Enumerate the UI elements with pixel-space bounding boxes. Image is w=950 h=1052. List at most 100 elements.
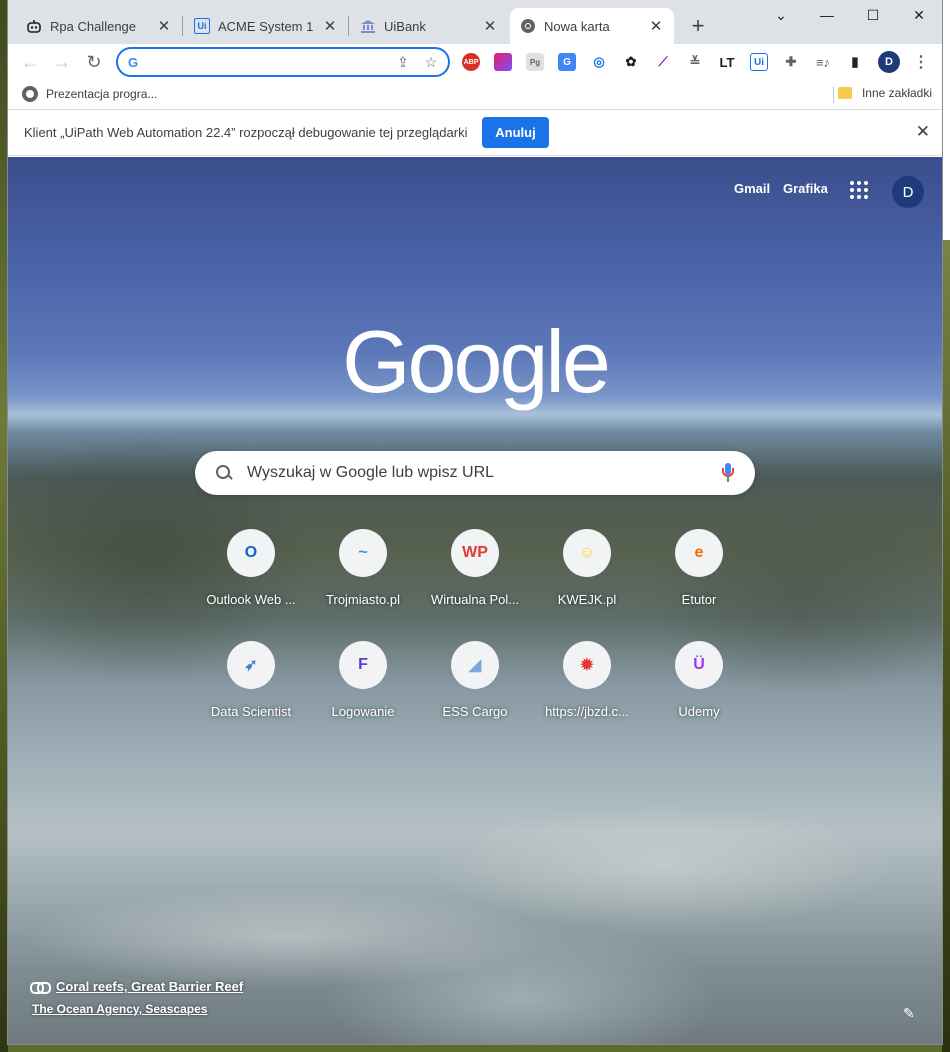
shortcut-label: Data Scientist <box>210 704 292 719</box>
pg-ext-icon[interactable]: Pg <box>526 53 544 71</box>
images-link[interactable]: Grafika <box>783 181 828 196</box>
media-icon[interactable]: ≡♪ <box>814 53 832 71</box>
bookmark-item[interactable]: Prezentacja progra... <box>22 86 157 102</box>
chevrons-ext-icon[interactable]: ≚ <box>686 53 704 71</box>
translate-ext-icon[interactable]: G <box>558 53 576 71</box>
toolbar: ← → ↻ G ⇪ ☆ ABP Pg G ◎ ✿ ⟋ ≚ LT Ui ✚ ≡♪ ▮ D ⋮ <box>8 44 942 80</box>
tab-divider <box>348 16 349 36</box>
address-input[interactable] <box>148 54 392 70</box>
shortcut-label: Etutor <box>681 592 717 607</box>
cancel-debug-button[interactable]: Anuluj <box>482 117 549 148</box>
robot-icon <box>26 18 42 34</box>
wp-icon: WP <box>451 529 499 577</box>
shortcut-label: KWEJK.pl <box>557 592 617 607</box>
shortcut-label: ESS Cargo <box>442 704 508 719</box>
folder-icon <box>837 87 852 99</box>
shortcut-tile[interactable]: ☺ KWEJK.pl <box>531 529 643 641</box>
shortcut-label: Outlook Web ... <box>206 592 296 607</box>
kwejk-icon: ☺ <box>563 529 611 577</box>
shortcut-label: Trojmiasto.pl <box>326 592 400 607</box>
infobar-message: Klient „UiPath Web Automation 22.4” rozp… <box>24 125 468 140</box>
gradient-ext-icon[interactable] <box>494 53 512 71</box>
tab-title: Nowa karta <box>544 18 610 34</box>
close-icon[interactable]: ✕ <box>648 18 664 35</box>
customize-pencil-icon[interactable]: ✎ <box>903 1005 917 1021</box>
tab-search-button[interactable]: ⌄ <box>758 0 804 30</box>
shortcut-tile[interactable]: ➶ Data Scientist <box>195 641 307 753</box>
sidepanel-icon[interactable]: ▮ <box>846 53 864 71</box>
shortcut-label: Udemy <box>678 704 720 719</box>
desktop-background-right <box>942 0 950 1052</box>
address-bar[interactable]: G ⇪ ☆ <box>116 47 450 77</box>
attribution-title-link[interactable]: Coral reefs, Great Barrier Reef <box>30 979 243 994</box>
shortcut-label: Wirtualna Pol... <box>430 592 520 607</box>
tab-rpa-challenge[interactable]: Rpa Challenge ✕ <box>16 8 182 44</box>
circle-ext-icon[interactable]: ◎ <box>590 53 608 71</box>
shortcut-tile[interactable]: WP Wirtualna Pol... <box>419 529 531 641</box>
google-logo: Google <box>342 312 611 411</box>
paw-ext-icon[interactable]: ✿ <box>622 53 640 71</box>
back-button[interactable]: ← <box>17 49 43 75</box>
other-bookmarks[interactable]: Inne zakładki <box>837 86 932 100</box>
microphone-icon[interactable] <box>721 463 735 483</box>
bookmarks-bar: Prezentacja progra... Inne zakładki <box>8 80 942 110</box>
bank-icon <box>360 18 376 34</box>
attribution-title: Coral reefs, Great Barrier Reef <box>56 979 244 994</box>
fish-icon: ➶ <box>227 641 275 689</box>
background-attribution: Coral reefs, Great Barrier Reef The Ocea… <box>30 979 243 1016</box>
new-tab-page: Gmail Grafika D Google Wyszukaj w Google… <box>8 157 942 1044</box>
tab-divider <box>182 16 183 36</box>
debug-infobar: Klient „UiPath Web Automation 22.4” rozp… <box>8 110 942 156</box>
ess-cargo-icon: ◢ <box>451 641 499 689</box>
tab-new-tab[interactable]: Nowa karta ✕ <box>510 8 674 44</box>
shortcut-tile[interactable]: ✹ https://jbzd.c... <box>531 641 643 753</box>
tab-title: ACME System 1 - D <box>218 18 316 34</box>
shortcut-tile[interactable]: O Outlook Web ... <box>195 529 307 641</box>
menu-icon[interactable]: ⋮ <box>912 53 930 71</box>
shortcut-label: https://jbzd.c... <box>545 704 629 719</box>
window-close-button[interactable]: ✕ <box>896 0 942 30</box>
share-icon[interactable]: ⇪ <box>392 51 414 73</box>
uipath-icon: Ui <box>194 18 210 34</box>
udemy-icon: Ü <box>675 641 723 689</box>
forward-button[interactable]: → <box>49 49 75 75</box>
lt-ext-icon[interactable]: LT <box>718 53 736 71</box>
f-icon: F <box>339 641 387 689</box>
tab-title: UiBank <box>384 18 426 34</box>
shortcut-label: Logowanie <box>331 704 395 719</box>
account-avatar[interactable]: D <box>892 176 924 208</box>
maximize-button[interactable]: ☐ <box>850 0 896 30</box>
shortcut-tile[interactable]: e Etutor <box>643 529 755 641</box>
adblock-icon[interactable]: ABP <box>462 53 480 71</box>
profile-avatar[interactable]: D <box>878 51 900 73</box>
gmail-link[interactable]: Gmail <box>734 181 770 196</box>
shortcut-tile[interactable]: Ü Udemy <box>643 641 755 753</box>
tab-title: Rpa Challenge <box>50 18 137 34</box>
reload-button[interactable]: ↻ <box>81 49 107 75</box>
close-icon[interactable]: ✕ <box>916 122 930 142</box>
feather-ext-icon[interactable]: ⟋ <box>654 53 672 71</box>
new-tab-button[interactable]: + <box>684 12 712 40</box>
close-icon[interactable]: ✕ <box>156 18 172 35</box>
browser-window: Rpa Challenge ✕ Ui ACME System 1 - D ✕ U… <box>8 0 942 1044</box>
minimize-button[interactable]: — <box>804 0 850 30</box>
shortcut-tile[interactable]: ◢ ESS Cargo <box>419 641 531 753</box>
uipath-ext-icon[interactable]: Ui <box>750 53 768 71</box>
apps-grid-icon[interactable] <box>850 181 868 199</box>
shortcut-tile[interactable]: ~ Trojmiasto.pl <box>307 529 419 641</box>
desktop-background-left <box>0 0 8 1052</box>
globe-icon <box>22 86 38 102</box>
close-icon[interactable]: ✕ <box>322 18 338 35</box>
puzzle-icon[interactable]: ✚ <box>782 53 800 71</box>
shortcut-tile[interactable]: F Logowanie <box>307 641 419 753</box>
star-icon[interactable]: ☆ <box>420 51 442 73</box>
attribution-author-link[interactable]: The Ocean Agency, Seascapes <box>32 1002 243 1016</box>
tab-strip: Rpa Challenge ✕ Ui ACME System 1 - D ✕ U… <box>8 0 942 44</box>
tab-uibank[interactable]: UiBank ✕ <box>350 8 508 44</box>
etutor-icon: e <box>675 529 723 577</box>
search-box[interactable]: Wyszukaj w Google lub wpisz URL <box>195 451 755 495</box>
tab-acme-system[interactable]: Ui ACME System 1 - D ✕ <box>184 8 348 44</box>
bookmark-label: Prezentacja progra... <box>46 87 158 101</box>
search-placeholder: Wyszukaj w Google lub wpisz URL <box>247 464 495 481</box>
close-icon[interactable]: ✕ <box>482 18 498 35</box>
